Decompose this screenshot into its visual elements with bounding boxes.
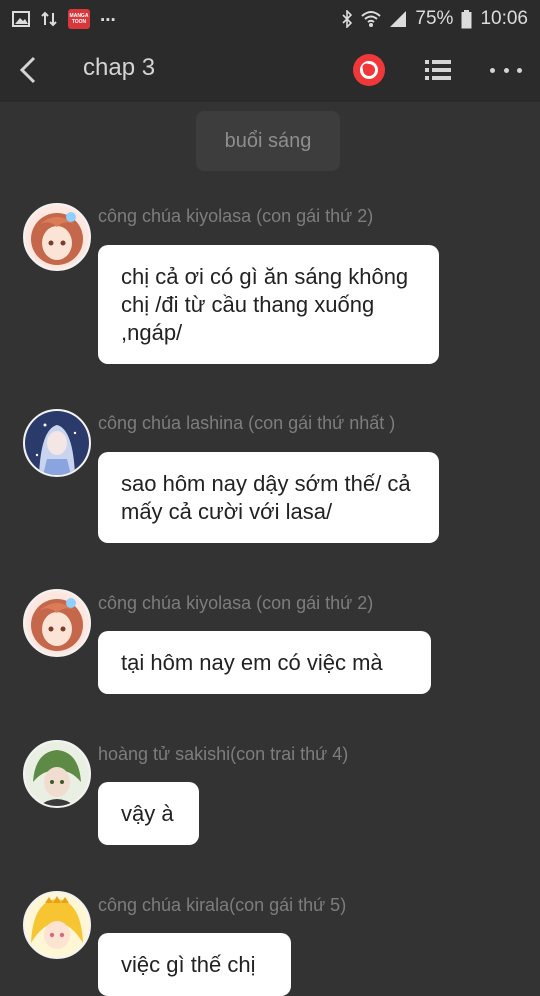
back-button[interactable] [10,52,46,88]
mangatoon-app-icon: MANGA TOON [68,9,90,29]
chapter-list-button[interactable] [424,56,452,84]
girl-orange-hair-avatar-icon [25,205,89,269]
chat-header: chap 3 [0,38,540,102]
message-bubble[interactable]: vậy à [98,782,199,845]
battery-icon [461,9,472,29]
message-bubble[interactable]: việc gì thế chị [98,933,291,996]
wifi-icon [361,10,382,28]
chevron-left-icon [19,56,36,84]
list-icon [425,60,451,80]
girl-silver-hair-avatar-icon [25,411,89,475]
chapter-title: chap 3 [83,54,156,81]
avatar[interactable] [23,409,91,477]
more-dot-icon [517,67,522,73]
record-button[interactable] [353,54,385,86]
more-dot-icon [490,67,495,73]
record-icon [360,61,378,79]
girl-orange-hair-avatar-icon [25,591,89,655]
bluetooth-icon [341,10,353,28]
avatar[interactable] [23,740,91,808]
sender-name: công chúa kiyolasa (con gái thứ 2) [98,206,374,226]
girl-yellow-hair-avatar-icon [25,893,89,957]
signal-icon [389,10,407,28]
battery-percent: 75% [415,8,454,29]
more-options-button[interactable] [490,58,522,82]
data-transfer-icon [40,11,58,27]
scene-label: buổi sáng [196,111,340,171]
message-bubble[interactable]: sao hôm nay dậy sớm thế/ cả mấy cả cười … [98,452,439,543]
sender-name: công chúa lashina (con gái thứ nhất ) [98,413,396,433]
sender-name: công chúa kiyolasa (con gái thứ 2) [98,593,374,613]
more-notifications-indicator: ... [100,5,116,26]
boy-green-hair-avatar-icon [25,742,89,806]
sender-name: công chúa kirala(con gái thứ 5) [98,895,347,915]
message-bubble[interactable]: chị cả ơi có gì ăn sáng không chị /đi từ… [98,245,439,364]
sender-name: hoàng tử sakishi(con trai thứ 4) [98,744,349,764]
avatar[interactable] [23,891,91,959]
more-dot-icon [503,67,509,73]
avatar[interactable] [23,589,91,657]
message-bubble[interactable]: tại hôm nay em có việc mà [98,631,431,694]
status-bar: MANGA TOON ... 75% 10:06 [0,0,540,38]
gallery-notification-icon [12,11,30,27]
clock: 10:06 [480,8,528,29]
avatar[interactable] [23,203,91,271]
